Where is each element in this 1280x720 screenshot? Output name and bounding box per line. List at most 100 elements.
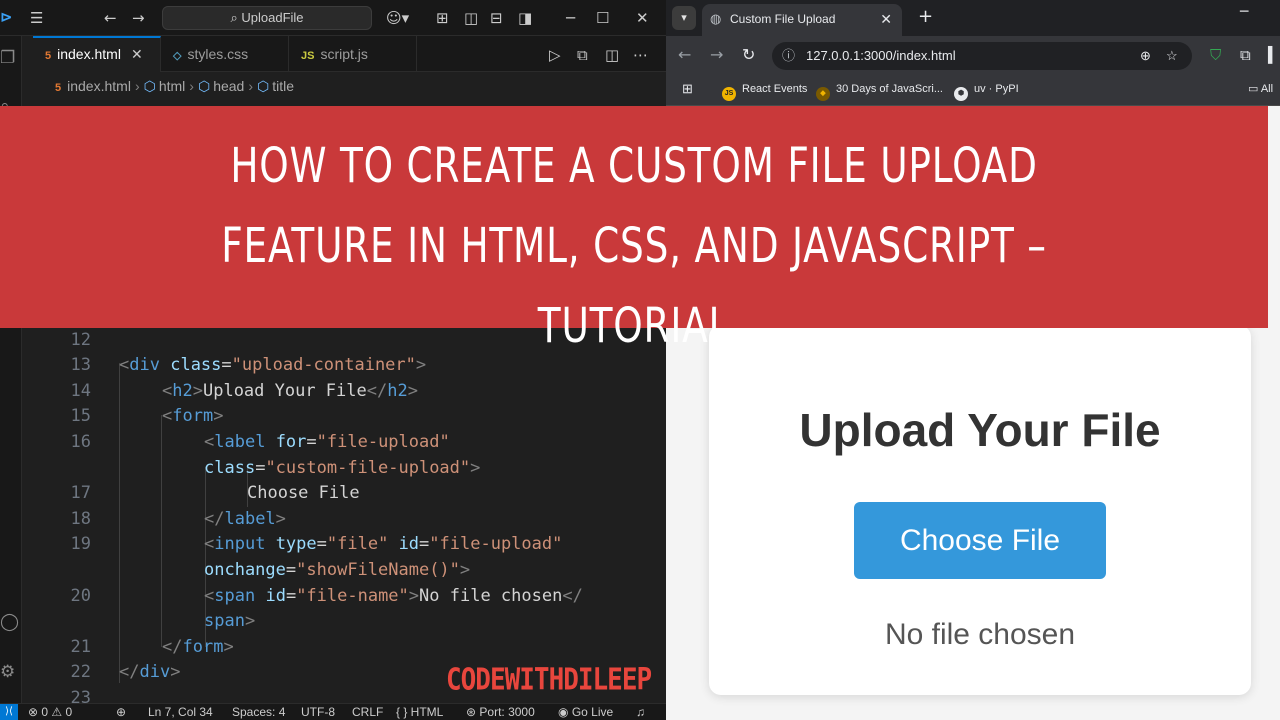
bookmark-star-icon[interactable]: ☆ <box>1166 42 1178 70</box>
code-line: span> <box>204 611 256 631</box>
bookmark-30-days-js[interactable]: ◆ 30 Days of JavaScri... <box>816 76 943 102</box>
vscode-logo-icon: ⊳ <box>0 8 13 26</box>
apps-grid-icon[interactable]: ⊞ <box>682 76 693 102</box>
js-file-icon: JS <box>301 50 315 62</box>
forward-arrow-icon[interactable]: → <box>710 45 723 64</box>
element-icon: ⬡ <box>143 78 156 94</box>
globe-icon: ◍ <box>710 11 722 26</box>
pypi-favicon-icon: ⬢ <box>954 87 968 101</box>
search-box-label: UploadFile <box>241 10 304 25</box>
tab-search-chevron-icon[interactable]: ▾ <box>672 6 696 30</box>
port-status[interactable]: ⊛ Port: 3000 <box>466 704 535 720</box>
breadcrumb-item-title[interactable]: title <box>272 78 294 94</box>
tab-index-html[interactable]: 5 index.html ✕ <box>33 36 161 72</box>
breadcrumb-item-html[interactable]: html <box>159 78 185 94</box>
css-file-icon: ◇ <box>173 50 182 62</box>
tab-script-js[interactable]: JS script.js <box>289 36 417 72</box>
window-minimize-icon[interactable]: ─ <box>1240 4 1248 20</box>
extensions-puzzle-icon[interactable]: ⧉ <box>1240 46 1251 64</box>
account-icon[interactable]: ◯ <box>0 612 19 632</box>
html-file-icon: 5 <box>55 82 62 94</box>
url-text: 127.0.0.1:3000/index.html <box>806 48 956 63</box>
code-line: class="custom-file-upload"> <box>204 458 481 478</box>
notifications-bell-icon[interactable]: ♫ <box>636 704 645 720</box>
shield-extension-icon[interactable]: ⛉ <box>1210 46 1221 64</box>
code-line: 14 <h2>Upload Your File</h2> <box>70 381 418 401</box>
indentation-status[interactable]: Spaces: 4 <box>232 704 285 720</box>
chevron-right-icon: › <box>248 78 254 94</box>
zoom-icon[interactable]: ⊕ <box>116 704 126 720</box>
toggle-sidebar-icon[interactable]: ◫ <box>464 8 478 28</box>
toggle-panel-icon[interactable]: ⊟ <box>490 8 503 28</box>
element-icon: ⬡ <box>257 78 270 94</box>
zoom-icon[interactable]: ⊕ <box>1140 42 1151 70</box>
code-line: 19 <input type="file" id="file-upload" <box>70 534 563 554</box>
code-line: 16 <label for="file-upload" <box>70 432 450 452</box>
menu-icon[interactable]: ☰ <box>30 8 43 28</box>
tab-styles-css[interactable]: ◇ styles.css <box>161 36 289 72</box>
back-arrow-icon[interactable]: ← <box>104 8 117 28</box>
remote-indicator-icon[interactable]: ⟩⟨ <box>0 704 18 720</box>
breadcrumb-item-head[interactable]: head <box>213 78 244 94</box>
go-live-button[interactable]: ◉ Go Live <box>558 704 613 720</box>
element-icon: ⬡ <box>197 78 211 94</box>
close-icon[interactable]: ✕ <box>131 46 143 62</box>
reload-icon[interactable]: ↻ <box>742 45 755 64</box>
file-name-status: No file chosen <box>884 618 1076 651</box>
encoding-status[interactable]: UTF-8 <box>301 704 335 720</box>
vscode-titlebar: ⊳ ☰ ← → ⌕ UploadFile ☺▾ ⊞ ◫ ⊟ ◨ ─ ☐ ✕ <box>0 0 666 36</box>
code-line: 21 </form> <box>70 637 234 657</box>
window-maximize-icon[interactable]: ☐ <box>596 8 609 28</box>
code-line: 15 <form> <box>70 406 224 426</box>
settings-gear-icon[interactable]: ⚙ <box>0 662 15 682</box>
broadcast-icon: ⊛ <box>466 705 480 719</box>
forward-arrow-icon[interactable]: → <box>132 8 145 28</box>
status-bar: ⟩⟨ ⊗ 0 ⚠ 0 ⊕ Ln 7, Col 34 Spaces: 4 UTF-… <box>0 703 666 720</box>
toggle-secondary-sidebar-icon[interactable]: ◨ <box>518 8 532 28</box>
cursor-position[interactable]: Ln 7, Col 34 <box>148 704 213 720</box>
banner-title: How to Create a Custom File Upload Featu… <box>221 138 1047 354</box>
search-icon: ⌕ <box>230 10 238 25</box>
editor-tab-bar: 5 index.html ✕ ◇ styles.css JS script.js ▷ ⧉… <box>33 36 666 72</box>
back-arrow-icon[interactable]: ← <box>678 45 691 64</box>
chevron-right-icon: › <box>134 78 140 94</box>
js-favicon-icon: JS <box>722 87 736 101</box>
folder-icon: ▭ <box>1248 83 1261 95</box>
tab-label: styles.css <box>187 46 249 62</box>
run-icon[interactable]: ▷ <box>549 46 561 64</box>
customize-layout-icon[interactable]: ⊞ <box>436 8 449 28</box>
copilot-icon[interactable]: ☺▾ <box>386 8 409 28</box>
tab-label: index.html <box>57 46 121 62</box>
code-line: 17 Choose File <box>70 483 360 503</box>
browser-tab[interactable]: ◍ Custom File Upload ✕ <box>702 4 902 36</box>
code-editor[interactable]: 12 13 <div class="upload-container"> 14 <h… <box>33 327 666 703</box>
upload-container: Upload Your File Choose File No file cho… <box>709 325 1251 695</box>
site-info-icon[interactable]: ⓘ <box>782 42 795 70</box>
bookmark-uv-pypi[interactable]: ⬢ uv · PyPI <box>954 76 1019 102</box>
choose-file-button[interactable]: Choose File <box>854 502 1106 579</box>
html-file-icon: 5 <box>45 50 52 62</box>
command-center-search[interactable]: ⌕ UploadFile <box>162 6 372 30</box>
favicon-icon: ◆ <box>816 87 830 101</box>
window-close-icon[interactable]: ✕ <box>636 8 649 28</box>
language-mode[interactable]: { } HTML <box>396 704 443 720</box>
browser-toolbar: ← → ↻ ⓘ 127.0.0.1:3000/index.html ⊕ ☆ ⛉ … <box>666 36 1280 76</box>
close-icon[interactable]: ✕ <box>880 4 892 34</box>
breadcrumb-item-file[interactable]: index.html <box>67 78 131 94</box>
split-editor-icon[interactable]: ◫ <box>605 46 619 64</box>
more-actions-icon[interactable]: ⋯ <box>633 46 648 64</box>
address-bar[interactable]: ⓘ 127.0.0.1:3000/index.html ⊕ ☆ <box>772 42 1192 70</box>
profile-icon[interactable]: ▍ <box>1268 46 1280 64</box>
bookmark-react-events[interactable]: JS React Events <box>722 76 807 102</box>
eol-status[interactable]: CRLF <box>352 704 383 720</box>
open-preview-icon[interactable]: ⧉ <box>577 46 588 64</box>
code-line: 18 </label> <box>70 509 286 529</box>
all-bookmarks[interactable]: ▭ All <box>1248 76 1273 102</box>
window-minimize-icon[interactable]: ─ <box>566 8 575 28</box>
problems-status[interactable]: ⊗ 0 ⚠ 0 <box>28 704 72 720</box>
bookmarks-bar: ⊞ JS React Events ◆ 30 Days of JavaScri...… <box>666 76 1280 106</box>
explorer-icon[interactable]: ❐ <box>0 48 15 68</box>
tab-label: script.js <box>320 46 368 62</box>
browser-tab-title: Custom File Upload <box>730 12 836 26</box>
new-tab-plus-icon[interactable]: + <box>918 6 933 27</box>
